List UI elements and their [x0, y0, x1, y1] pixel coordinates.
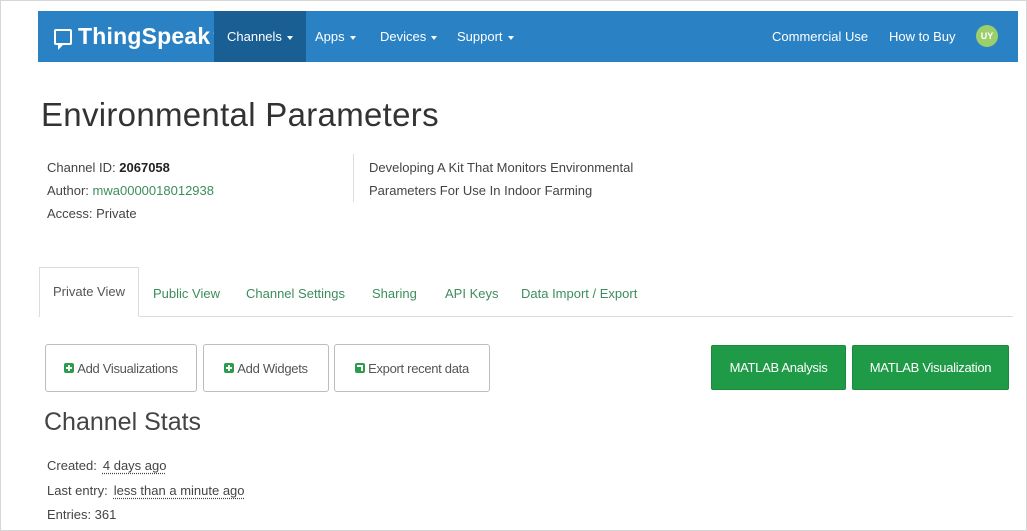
page-title: Environmental Parameters: [41, 96, 439, 133]
channel-stats-title: Channel Stats: [44, 408, 202, 436]
nav-devices[interactable]: Devices: [380, 11, 438, 62]
caret-down-icon: [431, 35, 438, 40]
channel-id-label: Channel ID:: [47, 160, 116, 175]
thingspeak-logo[interactable]: ThingSpeak™: [54, 11, 222, 62]
caret-down-icon: [349, 35, 356, 40]
author-link[interactable]: mwa0000018012938: [93, 183, 214, 198]
access-row: Access: Private: [47, 206, 137, 221]
tab-private-view[interactable]: Private View: [39, 267, 139, 317]
stat-created-label: Created:: [47, 458, 97, 473]
tab-api-keys[interactable]: API Keys: [445, 286, 498, 301]
matlab-visualization-button[interactable]: MATLAB Visualization: [852, 345, 1009, 390]
user-avatar[interactable]: UY: [976, 25, 998, 47]
add-widgets-button[interactable]: Add Widgets: [203, 344, 329, 392]
nav-devices-label: Devices: [380, 29, 427, 44]
matlab-analysis-button[interactable]: MATLAB Analysis: [711, 345, 846, 390]
tabs-underline: [38, 316, 1013, 317]
tab-public-view[interactable]: Public View: [153, 286, 220, 301]
stat-entries: Entries: 361: [47, 507, 117, 522]
tab-channel-settings[interactable]: Channel Settings: [246, 286, 345, 301]
tab-sharing[interactable]: Sharing: [372, 286, 417, 301]
add-visualizations-button[interactable]: Add Visualizations: [45, 344, 197, 392]
tab-data-import-export[interactable]: Data Import / Export: [521, 286, 637, 301]
author-label: Author:: [47, 183, 89, 198]
export-icon: [355, 363, 366, 373]
plus-icon: [64, 363, 75, 373]
add-widgets-label: Add Widgets: [237, 360, 308, 376]
stat-last-entry: Last entry: less than a minute ago: [47, 483, 245, 498]
channel-description: Developing A Kit That Monitors Environme…: [369, 156, 659, 202]
nav-commercial-use[interactable]: Commercial Use: [772, 11, 868, 62]
stat-last-entry-label: Last entry:: [47, 483, 108, 498]
page-frame: [0, 0, 1027, 531]
brand-name: ThingSpeak: [78, 23, 211, 49]
nav-apps[interactable]: Apps: [315, 11, 356, 62]
nav-channels[interactable]: Channels: [214, 11, 306, 62]
nav-how-to-buy[interactable]: How to Buy: [889, 11, 955, 62]
channel-id-row: Channel ID: 2067058: [47, 156, 214, 179]
add-visualizations-label: Add Visualizations: [77, 360, 178, 376]
top-navbar: ThingSpeak™ Channels Apps Devices Suppor…: [38, 11, 1018, 62]
stat-created: Created: 4 days ago: [47, 458, 166, 473]
caret-down-icon: [286, 35, 293, 40]
author-row: Author: mwa0000018012938: [47, 179, 214, 202]
stat-created-value: 4 days ago: [102, 458, 167, 473]
description-line: Developing A Kit That Monitors Environme…: [369, 160, 634, 175]
plus-icon: [224, 363, 235, 373]
nav-support-label: Support: [457, 29, 503, 44]
export-recent-data-button[interactable]: Export recent data: [334, 344, 490, 392]
speech-bubble-icon: [54, 28, 72, 50]
channel-id-value: 2067058: [119, 160, 170, 175]
channel-meta: Channel ID: 2067058 Author: mwa000001801…: [47, 156, 214, 225]
nav-support[interactable]: Support: [457, 11, 514, 62]
stat-last-entry-value: less than a minute ago: [113, 483, 245, 498]
caret-down-icon: [507, 35, 514, 40]
nav-channels-label: Channels: [227, 29, 282, 44]
description-divider: [353, 154, 354, 202]
description-line: Parameters For Use In Indoor Farming: [369, 183, 593, 198]
nav-apps-label: Apps: [315, 29, 345, 44]
export-recent-data-label: Export recent data: [368, 360, 469, 376]
